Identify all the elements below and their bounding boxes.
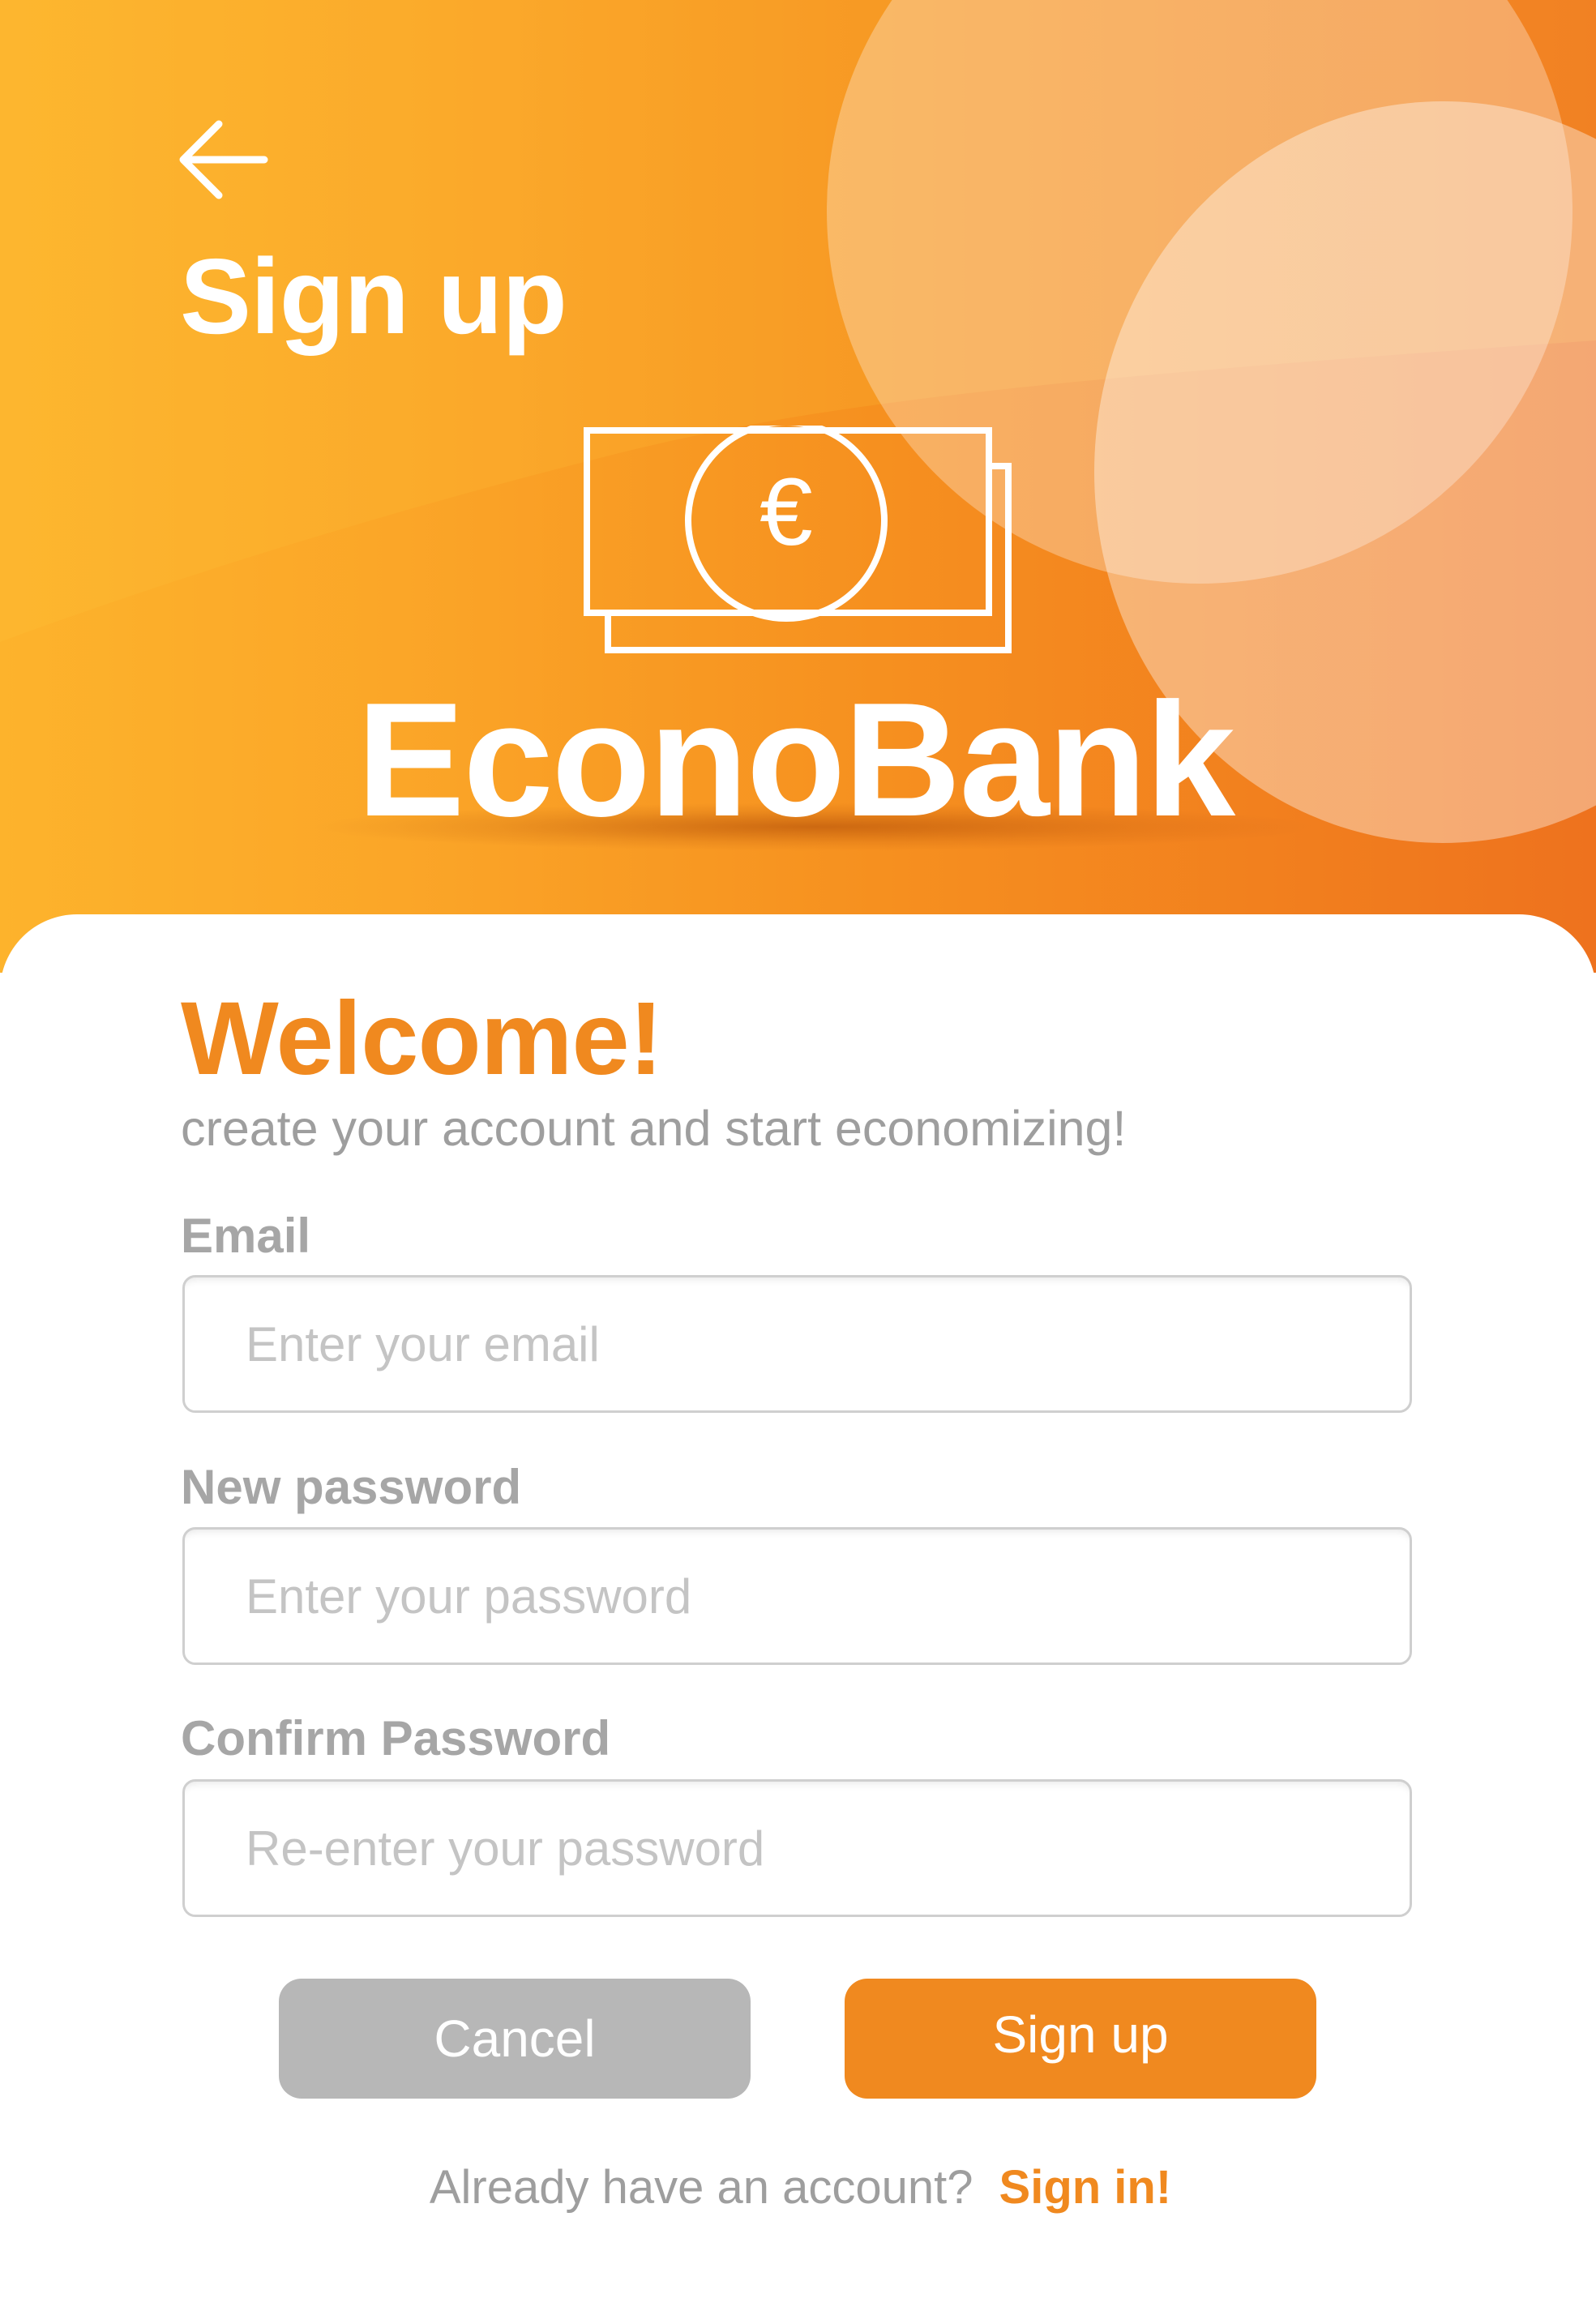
sign-in-prompt: Already have an account? Sign in!	[0, 2164, 1596, 2211]
signup-screen: Sign up € EconoBank Welcome! create your…	[0, 0, 1596, 2298]
sign-in-prompt-text: Already have an account?	[429, 2161, 973, 2214]
confirm-password-field[interactable]	[182, 1779, 1412, 1917]
welcome-subtitle: create your account and start economizin…	[181, 1101, 1127, 1156]
email-field[interactable]	[182, 1275, 1412, 1413]
sign-up-button[interactable]: Sign up	[845, 1979, 1316, 2099]
brand-name: EconoBank	[357, 670, 1235, 850]
welcome-title: Welcome!	[181, 981, 663, 1097]
email-label: Email	[181, 1209, 311, 1263]
page-title: Sign up	[180, 237, 567, 356]
euro-symbol: €	[759, 459, 813, 566]
cancel-button[interactable]: Cancel	[279, 1979, 751, 2099]
new-password-field[interactable]	[182, 1527, 1412, 1665]
confirm-password-label: Confirm Password	[181, 1711, 611, 1765]
new-password-label: New password	[181, 1460, 522, 1514]
euro-banknote-icon: €	[584, 426, 1012, 653]
header-banner: Sign up € EconoBank	[0, 0, 1596, 973]
arrow-left-icon[interactable]	[177, 118, 269, 202]
sign-in-link[interactable]: Sign in!	[999, 2164, 1172, 2211]
